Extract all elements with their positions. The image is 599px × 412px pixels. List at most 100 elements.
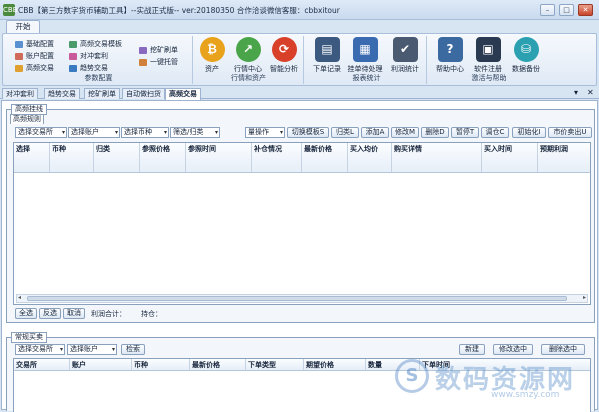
software-register-button[interactable]: ▣ 软件注册 xyxy=(470,37,506,75)
column-header[interactable]: 购买详情 xyxy=(392,143,482,172)
minimize-button[interactable]: – xyxy=(540,4,555,16)
batch-operation-select[interactable]: 量操作 ▾ xyxy=(245,127,285,138)
initialize-button[interactable]: 初始化I xyxy=(512,127,546,138)
column-header[interactable]: 数量 xyxy=(366,359,420,370)
hedge-icon xyxy=(69,53,77,60)
search-button[interactable]: 检索 xyxy=(121,344,145,355)
tab-high-freq[interactable]: 高频交易 xyxy=(165,88,201,100)
column-header[interactable]: 买入均价 xyxy=(348,143,392,172)
column-header[interactable]: 预期利润 xyxy=(538,143,590,172)
select-all-button[interactable]: 全选 xyxy=(15,308,37,319)
assets-button[interactable]: ₿ 资产 xyxy=(194,37,230,75)
edit-selected-button[interactable]: 修改选中 xyxy=(493,344,533,355)
market-center-button[interactable]: ↗ 行情中心 xyxy=(230,37,266,75)
tab-hedge-arbitrage[interactable]: 对冲套利 xyxy=(2,88,38,99)
exchange-select[interactable]: 选择交易所 ▾ xyxy=(15,127,67,138)
account-config-label: 账户配置 xyxy=(26,52,54,60)
close-button[interactable]: ✕ xyxy=(578,4,593,16)
column-header[interactable]: 期望价格 xyxy=(304,359,366,370)
categorize-button[interactable]: 归类L xyxy=(331,127,359,138)
template-icon xyxy=(69,41,77,48)
column-header[interactable]: 下单类型 xyxy=(246,359,304,370)
rebalance-button[interactable]: 调仓C xyxy=(481,127,509,138)
cancel-button[interactable]: 取消 xyxy=(63,308,85,319)
chevron-down-icon: ▾ xyxy=(111,346,115,353)
column-header[interactable]: 交易所 xyxy=(14,359,70,370)
column-header[interactable]: 最新价格 xyxy=(190,359,246,370)
mining-label: 挖矿刷单 xyxy=(150,46,178,54)
tab-auto-sweep[interactable]: 自动做扫货 xyxy=(122,88,165,99)
chevron-down-icon: ▾ xyxy=(114,129,118,136)
scroll-left-icon[interactable]: ◂ xyxy=(18,294,21,301)
horizontal-scrollbar[interactable]: ◂ ▸ xyxy=(16,294,588,303)
ribbon-group-help: ? 帮助中心 ▣ 软件注册 ⛁ 数据备份 激活与帮助 xyxy=(430,36,548,84)
subtab-high-freq-rules[interactable]: 高频规则 xyxy=(10,114,44,124)
help-center-button[interactable]: ? 帮助中心 xyxy=(432,37,468,75)
maximize-button[interactable]: □ xyxy=(559,4,574,16)
market-center-label: 行情中心 xyxy=(234,65,262,73)
scroll-thumb[interactable] xyxy=(27,296,567,301)
smart-analysis-button[interactable]: ⟳ 智能分析 xyxy=(266,37,302,75)
exchange-select-value: 选择交易所 xyxy=(18,345,53,353)
scroll-right-icon[interactable]: ▸ xyxy=(583,294,586,301)
add-button[interactable]: 添加A xyxy=(361,127,389,138)
tab-trend-trade[interactable]: 趋势交易 xyxy=(44,88,80,99)
switch-template-button[interactable]: 切换模板S xyxy=(287,127,329,138)
column-header[interactable]: 账户 xyxy=(70,359,132,370)
one-click-host-label: 一键托管 xyxy=(150,58,178,66)
tab-dropdown-icon[interactable]: ▾ xyxy=(574,88,578,98)
column-header[interactable]: 币种 xyxy=(50,143,94,172)
new-button[interactable]: 新建 xyxy=(459,344,485,355)
ribbon-group-params: 基础配置 账户配置 高频交易 高频交易模板 对冲套利 趋势交易 挖矿刷单 一键托… xyxy=(5,36,193,84)
grid-header: 交易所 账户 币种 最新价格 下单类型 期望价格 数量 下单时间 xyxy=(14,359,590,371)
monitor-icon: ▤ xyxy=(314,37,340,62)
market-sell-button[interactable]: 市价卖出U xyxy=(548,127,592,138)
tab-mining[interactable]: 挖矿刷单 xyxy=(84,88,120,99)
base-config-button[interactable]: 基础配置 xyxy=(15,39,54,50)
account-icon xyxy=(15,53,23,60)
pending-orders-button[interactable]: ▦ 挂单待处理 xyxy=(347,37,383,75)
account-select[interactable]: 选择账户 ▾ xyxy=(67,344,117,355)
frame-title: 常规买卖 xyxy=(11,332,47,343)
high-freq-label: 高频交易 xyxy=(26,64,54,72)
help-icon: ? xyxy=(437,37,463,62)
high-freq-frame: 高频挂线 高频规则 选择交易所 ▾ 选择账户 ▾ 选择币种 ▾ 筛选/归类 ▾ 量操作 ▾… xyxy=(6,104,595,323)
smart-analysis-label: 智能分析 xyxy=(270,65,298,73)
normal-trade-toolbar: 选择交易所 ▾ 选择账户 ▾ 检索 新建 修改选中 删除选中 xyxy=(15,344,593,356)
tab-start[interactable]: 开始 xyxy=(6,20,40,34)
one-click-host-button[interactable]: 一键托管 xyxy=(139,57,178,68)
category-filter-select[interactable]: 筛选/归类 ▾ xyxy=(170,127,220,138)
ribbon-tab-bar: 开始 xyxy=(0,20,599,34)
column-header[interactable]: 补仓情况 xyxy=(252,143,302,172)
category-filter-value: 筛选/归类 xyxy=(173,128,204,136)
column-header[interactable]: 归类 xyxy=(94,143,140,172)
column-header[interactable]: 下单时间 xyxy=(420,359,480,370)
edit-button[interactable]: 修改M xyxy=(391,127,419,138)
host-icon xyxy=(139,59,147,66)
high-freq-template-button[interactable]: 高频交易模板 xyxy=(69,39,122,50)
column-header[interactable]: 选择 xyxy=(14,143,50,172)
order-records-button[interactable]: ▤ 下单记录 xyxy=(309,37,345,75)
hedge-arbitrage-button[interactable]: 对冲套利 xyxy=(69,51,108,62)
delete-button[interactable]: 删除D xyxy=(421,127,449,138)
profit-stats-button[interactable]: ✔ 利润统计 xyxy=(387,37,423,75)
column-header[interactable]: 最新价格 xyxy=(302,143,348,172)
delete-selected-button[interactable]: 删除选中 xyxy=(541,344,585,355)
mining-button[interactable]: 挖矿刷单 xyxy=(139,45,178,56)
column-header[interactable]: 币种 xyxy=(132,359,190,370)
data-backup-button[interactable]: ⛁ 数据备份 xyxy=(508,37,544,75)
account-select-value: 选择账户 xyxy=(71,128,99,136)
invert-selection-button[interactable]: 反选 xyxy=(39,308,61,319)
coin-select[interactable]: 选择币种 ▾ xyxy=(121,127,169,138)
column-header[interactable]: 参照时间 xyxy=(186,143,252,172)
account-config-button[interactable]: 账户配置 xyxy=(15,51,54,62)
account-select[interactable]: 选择账户 ▾ xyxy=(68,127,120,138)
grid-footer: 全选 反选 取消 利润合计： 持仓： xyxy=(15,308,415,320)
tab-close-icon[interactable]: ✕ xyxy=(587,88,594,98)
register-icon: ▣ xyxy=(475,37,501,62)
main-panel: 高频挂线 高频规则 选择交易所 ▾ 选择账户 ▾ 选择币种 ▾ 筛选/归类 ▾ 量操作 ▾… xyxy=(1,100,598,412)
column-header[interactable]: 参照价格 xyxy=(140,143,186,172)
exchange-select[interactable]: 选择交易所 ▾ xyxy=(15,344,65,355)
column-header[interactable]: 买入时间 xyxy=(482,143,538,172)
pause-button[interactable]: 暂停T xyxy=(451,127,479,138)
